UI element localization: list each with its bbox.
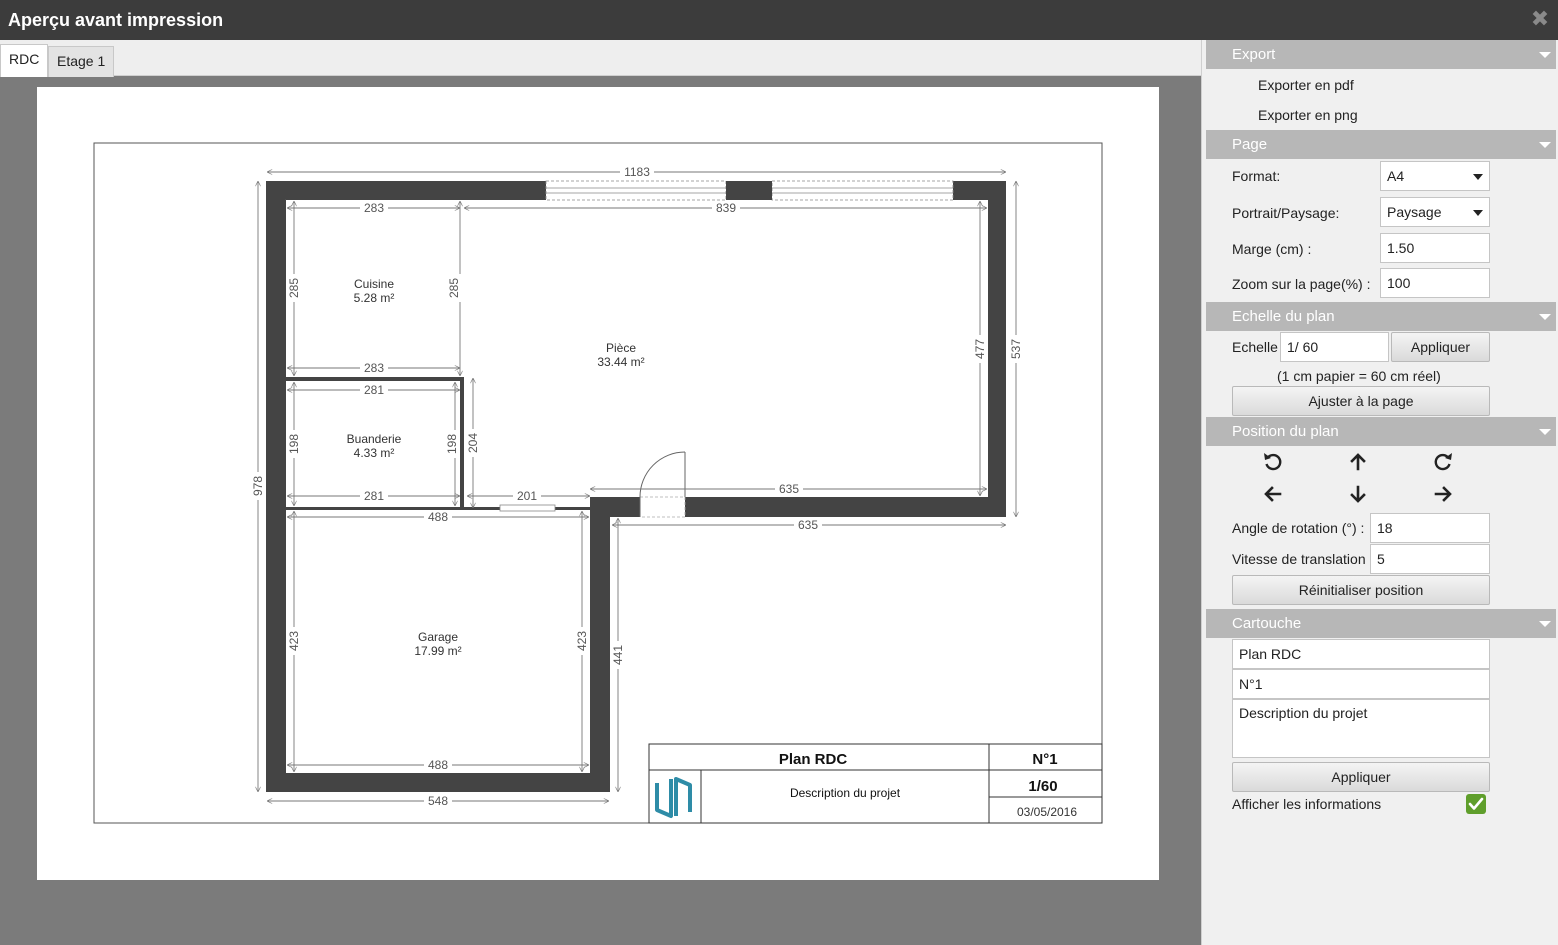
format-select[interactable]: A4 <box>1380 161 1490 191</box>
dim-buanderie-left: 198 <box>287 434 301 454</box>
exterior-walls <box>266 181 1006 792</box>
rotation-angle-input[interactable] <box>1370 513 1490 543</box>
rotate-right-icon[interactable] <box>1431 450 1455 474</box>
dim-cuisine-top: 283 <box>364 201 384 215</box>
window-title: Aperçu avant impression <box>8 10 224 30</box>
room-piece-name: Pièce <box>606 341 636 355</box>
collapse-caret-icon <box>1539 52 1551 58</box>
cartouche-description-textarea[interactable]: Description du projet <box>1232 699 1490 758</box>
scale-apply-button[interactable]: Appliquer <box>1391 332 1490 362</box>
scale-label: Echelle <box>1232 339 1278 355</box>
dim-garage-left: 423 <box>287 631 301 651</box>
collapse-caret-icon <box>1539 429 1551 435</box>
dropdown-arrow-icon <box>1473 174 1483 180</box>
dim-right-outer-lower: 441 <box>611 645 625 665</box>
cartouche-apply-button[interactable]: Appliquer <box>1232 762 1490 792</box>
dim-garage-bottom: 488 <box>428 758 448 772</box>
export-pdf-link[interactable]: Exporter en pdf <box>1258 77 1354 93</box>
checkmark-icon <box>1468 797 1484 810</box>
arrow-up-icon[interactable] <box>1346 450 1370 474</box>
dim-piece-right: 477 <box>973 339 987 359</box>
cartouche-number-input[interactable] <box>1232 669 1490 699</box>
dim-cuisine-left: 285 <box>287 278 301 298</box>
dim-piece-bottom-inner: 635 <box>779 482 799 496</box>
tab-rdc[interactable]: RDC <box>0 44 49 77</box>
room-buanderie-area: 4.33 m² <box>354 446 395 460</box>
cartouche-description: Description du projet <box>790 786 901 800</box>
dim-buanderie-bottom: 281 <box>364 489 384 503</box>
door <box>639 451 686 518</box>
title-bar: Aperçu avant impression ✖ <box>0 0 1558 40</box>
room-cuisine-area: 5.28 m² <box>354 291 395 305</box>
tab-etage-1[interactable]: Etage 1 <box>48 46 115 77</box>
dim-cuisine-bottom: 283 <box>364 361 384 375</box>
cartouche-number: N°1 <box>1032 751 1057 768</box>
cartouche-title-input[interactable] <box>1232 639 1490 669</box>
print-preview-area: 1183 283 839 283 281 281 201 635 635 488… <box>0 77 1201 945</box>
margin-label: Marge (cm) : <box>1232 241 1312 257</box>
zoom-input[interactable] <box>1380 268 1490 298</box>
floor-plan-drawing[interactable]: 1183 283 839 283 281 281 201 635 635 488… <box>37 87 1159 880</box>
dim-garage-top: 488 <box>428 510 448 524</box>
export-png-link[interactable]: Exporter en png <box>1258 107 1358 123</box>
dim-cuisine-right: 285 <box>447 278 461 298</box>
dim-right-total: 537 <box>1009 339 1023 359</box>
dim-top-total: 1183 <box>624 165 650 179</box>
show-info-label: Afficher les informations <box>1232 796 1382 812</box>
wall-cuisine-buanderie <box>286 377 464 381</box>
section-export-header[interactable]: Export <box>1206 40 1556 69</box>
arrow-left-icon[interactable] <box>1261 482 1285 506</box>
section-cartouche-header[interactable]: Cartouche <box>1206 609 1556 638</box>
section-scale-header[interactable]: Echelle du plan <box>1206 302 1556 331</box>
room-buanderie-name: Buanderie <box>347 432 402 446</box>
rotation-angle-label: Angle de rotation (°) : <box>1232 520 1365 536</box>
cartouche-scale: 1/60 <box>1028 778 1057 795</box>
dim-buanderie-top: 281 <box>364 383 384 397</box>
scale-note: (1 cm papier = 60 cm réel) <box>1277 368 1441 384</box>
walls <box>266 181 1006 792</box>
dim-piece-top: 839 <box>716 201 736 215</box>
orientation-label: Portrait/Paysage: <box>1232 205 1340 221</box>
section-page-header[interactable]: Page <box>1206 130 1556 159</box>
dim-buanderie-outer: 204 <box>466 433 480 453</box>
rotate-left-icon[interactable] <box>1261 450 1285 474</box>
dim-corridor: 201 <box>517 489 537 503</box>
close-icon[interactable]: ✖ <box>1530 8 1550 30</box>
dim-buanderie-right: 198 <box>445 434 459 454</box>
orientation-select[interactable]: Paysage <box>1380 197 1490 227</box>
wall-buanderie-right <box>460 377 464 508</box>
collapse-caret-icon <box>1539 142 1551 148</box>
room-garage-name: Garage <box>418 630 458 644</box>
reset-position-button[interactable]: Réinitialiser position <box>1232 575 1490 605</box>
dim-bottom-total: 548 <box>428 794 448 808</box>
windows <box>499 180 954 512</box>
collapse-caret-icon <box>1539 314 1551 320</box>
dim-piece-bottom-outer: 635 <box>798 518 818 532</box>
floor-tabs: RDC Etage 1 <box>0 40 1201 77</box>
room-garage-area: 17.99 m² <box>414 644 461 658</box>
dim-left-total: 978 <box>251 476 265 496</box>
dim-garage-right: 423 <box>575 631 589 651</box>
margin-input[interactable] <box>1380 233 1490 263</box>
show-info-checkbox[interactable] <box>1466 794 1486 814</box>
format-label: Format: <box>1232 168 1281 184</box>
room-piece-area: 33.44 m² <box>597 355 644 369</box>
arrow-right-icon[interactable] <box>1431 482 1455 506</box>
fit-to-page-button[interactable]: Ajuster à la page <box>1232 386 1490 416</box>
room-cuisine-name: Cuisine <box>354 277 394 291</box>
translation-speed-label: Vitesse de translation <box>1232 551 1366 567</box>
collapse-caret-icon <box>1539 621 1551 627</box>
cartouche-title: Plan RDC <box>779 751 848 768</box>
section-position-header[interactable]: Position du plan <box>1206 417 1556 446</box>
zoom-label: Zoom sur la page(%) : <box>1232 276 1371 292</box>
paper-sheet: 1183 283 839 283 281 281 201 635 635 488… <box>37 87 1159 880</box>
scale-input[interactable] <box>1280 332 1389 362</box>
dropdown-arrow-icon <box>1473 210 1483 216</box>
translation-speed-input[interactable] <box>1370 544 1490 574</box>
cartouche-date: 03/05/2016 <box>1017 805 1077 819</box>
arrow-down-icon[interactable] <box>1346 482 1370 506</box>
